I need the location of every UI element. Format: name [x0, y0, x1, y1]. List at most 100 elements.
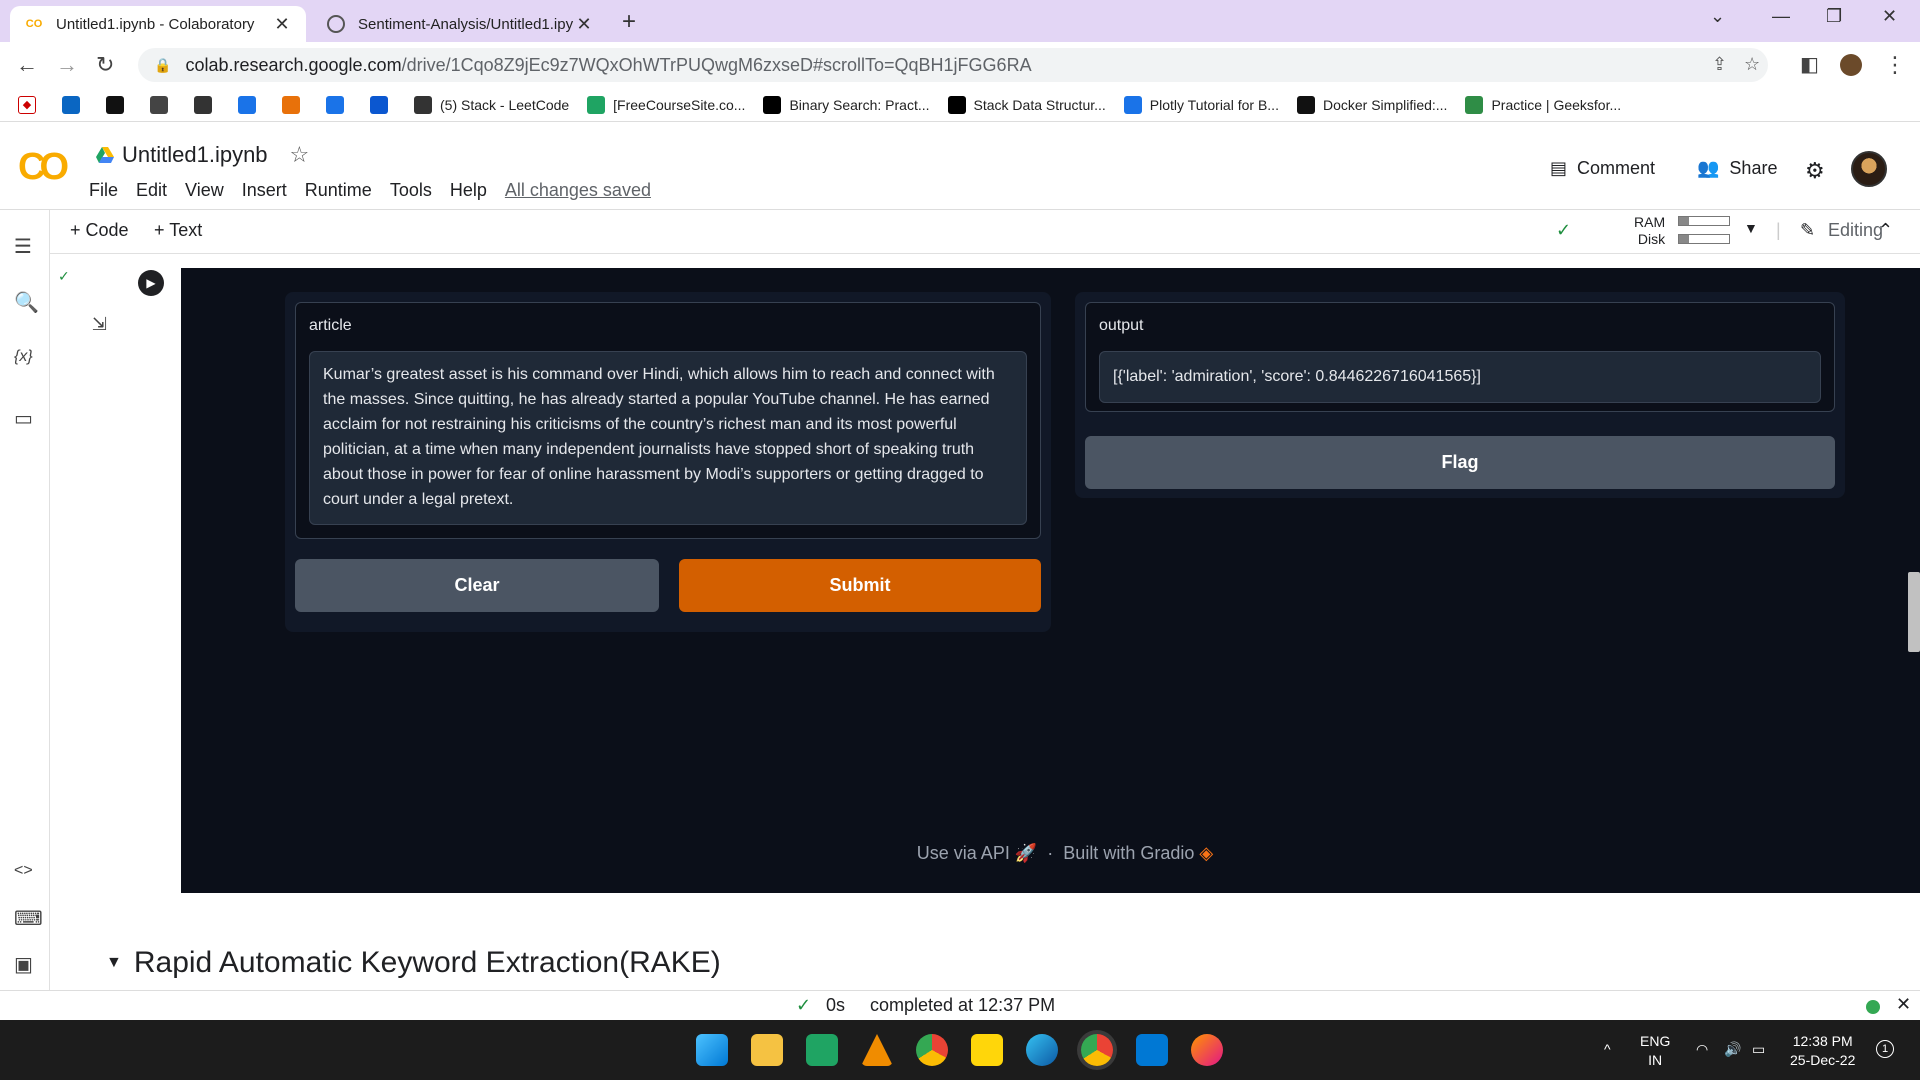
colab-logo[interactable]: CO: [18, 146, 69, 189]
restore-icon[interactable]: ❐: [1826, 6, 1842, 27]
output-panel: output [{'label': 'admiration', 'score':…: [1075, 292, 1845, 498]
bookmark-item[interactable]: [106, 95, 132, 114]
menu-help[interactable]: Help: [450, 180, 487, 201]
bookmark-item[interactable]: [62, 95, 88, 114]
vscode-icon[interactable]: [1136, 1034, 1168, 1066]
built-with-gradio-link[interactable]: Built with Gradio: [1063, 843, 1194, 863]
notification-badge[interactable]: 1: [1876, 1040, 1894, 1058]
editing-status[interactable]: Editing: [1828, 220, 1883, 241]
article-textarea[interactable]: Kumar’s greatest asset is his command ov…: [309, 351, 1027, 525]
gradio-footer: Use via API 🚀 · Built with Gradio ◈: [181, 843, 1920, 864]
menu-view[interactable]: View: [185, 180, 224, 201]
wifi-icon[interactable]: ◠: [1696, 1040, 1708, 1059]
sidepanel-icon[interactable]: ◧: [1800, 52, 1819, 77]
more-vert-icon[interactable]: ⋮: [1884, 52, 1906, 78]
toc-icon[interactable]: ☰: [14, 234, 32, 259]
address-bar[interactable]: 🔒 colab.research.google.com/drive/1Cqo8Z…: [138, 48, 1768, 82]
bookmark-item[interactable]: [FreeCourseSite.co...: [587, 95, 745, 114]
folder-icon[interactable]: ▭: [14, 406, 33, 431]
menu-file[interactable]: File: [89, 180, 118, 201]
bookmark-item[interactable]: [194, 95, 220, 114]
code-snippets-icon[interactable]: <>: [14, 862, 33, 880]
clear-button[interactable]: Clear: [295, 559, 659, 612]
volume-icon[interactable]: 🔊: [1724, 1040, 1741, 1059]
edge-icon[interactable]: [1026, 1034, 1058, 1066]
bookmark-item[interactable]: [238, 95, 264, 114]
bookmark-item[interactable]: Plotly Tutorial for B...: [1123, 95, 1279, 114]
file-explorer-icon[interactable]: [751, 1034, 783, 1066]
output-textbox[interactable]: [{'label': 'admiration', 'score': 0.8446…: [1099, 351, 1821, 403]
save-status[interactable]: All changes saved: [505, 180, 651, 201]
close-icon[interactable]: ✕: [574, 14, 594, 35]
add-code-button[interactable]: + Code: [70, 220, 129, 241]
menu-edit[interactable]: Edit: [136, 180, 167, 201]
firefox-icon[interactable]: [1191, 1034, 1223, 1066]
battery-icon[interactable]: ▭: [1752, 1040, 1765, 1059]
add-text-button[interactable]: + Text: [154, 220, 202, 241]
star-icon[interactable]: ☆: [290, 142, 310, 168]
back-icon[interactable]: ←: [16, 52, 38, 78]
notebook-title[interactable]: Untitled1.ipynb: [122, 142, 268, 168]
classroom-icon[interactable]: [806, 1034, 838, 1066]
profile-avatar[interactable]: [1840, 54, 1862, 76]
share-button[interactable]: 👥 Share: [1697, 158, 1777, 179]
language-indicator[interactable]: ENG IN: [1640, 1032, 1670, 1070]
bookmark-item[interactable]: ◆: [18, 95, 44, 114]
terminal-icon[interactable]: ▣: [14, 952, 33, 977]
bookmark-item[interactable]: Practice | Geeksfor...: [1465, 95, 1621, 114]
bookmark-star-icon[interactable]: ☆: [1744, 54, 1760, 75]
reload-icon[interactable]: ↻: [96, 52, 114, 78]
tab-colab[interactable]: CO Untitled1.ipynb - Colaboratory ✕: [10, 6, 306, 42]
use-api-link[interactable]: Use via API: [917, 843, 1010, 863]
comment-button[interactable]: ▤ Comment: [1550, 158, 1655, 179]
bookmark-item[interactable]: [150, 95, 176, 114]
vertical-scrollbar[interactable]: [1908, 572, 1920, 652]
run-cell-button[interactable]: ▶: [138, 270, 164, 296]
sticky-notes-icon[interactable]: [971, 1034, 1003, 1066]
clock[interactable]: 12:38 PM 25-Dec-22: [1790, 1032, 1855, 1070]
bookmark-item[interactable]: (5) Stack - LeetCode: [414, 95, 569, 114]
chevron-down-icon[interactable]: ▼: [106, 954, 122, 972]
gear-icon[interactable]: ⚙: [1805, 158, 1825, 184]
completion-status[interactable]: completed at 12:37 PM: [870, 995, 1055, 1016]
bookmark-item[interactable]: [370, 95, 396, 114]
menu-runtime[interactable]: Runtime: [305, 180, 372, 201]
chrome-active-icon[interactable]: [1081, 1034, 1113, 1066]
section-heading[interactable]: ▼ Rapid Automatic Keyword Extraction(RAK…: [106, 946, 721, 980]
tray-chevron-icon[interactable]: ^: [1604, 1040, 1611, 1059]
minimize-icon[interactable]: —: [1772, 6, 1790, 27]
resource-monitor[interactable]: RAM Disk: [1634, 214, 1665, 248]
bookmark-item[interactable]: [326, 95, 352, 114]
bookmark-item[interactable]: Binary Search: Pract...: [763, 95, 930, 114]
search-icon[interactable]: 🔍: [14, 290, 39, 315]
comment-label: Comment: [1577, 158, 1656, 178]
vlc-icon[interactable]: [861, 1034, 893, 1066]
tab-github[interactable]: Sentiment-Analysis/Untitled1.ipy ✕: [312, 6, 608, 42]
forward-icon[interactable]: →: [56, 52, 78, 78]
share-page-icon[interactable]: ⇪: [1712, 54, 1727, 75]
submit-button[interactable]: Submit: [679, 559, 1041, 612]
chrome-icon[interactable]: [916, 1034, 948, 1066]
drive-icon: [587, 95, 606, 114]
command-palette-icon[interactable]: ⌨: [14, 906, 43, 931]
dropdown-icon[interactable]: ▼: [1744, 220, 1758, 236]
bookmark-item[interactable]: [282, 95, 308, 114]
output-action-icon[interactable]: ⇲: [92, 314, 107, 335]
close-icon[interactable]: ✕: [1896, 994, 1911, 1015]
windows-start-icon[interactable]: [696, 1034, 728, 1066]
bookmark-item[interactable]: Docker Simplified:...: [1296, 95, 1448, 114]
avatar[interactable]: [1851, 151, 1887, 187]
menu-insert[interactable]: Insert: [242, 180, 287, 201]
close-icon[interactable]: ✕: [272, 14, 292, 35]
menu-tools[interactable]: Tools: [390, 180, 432, 201]
new-tab-icon[interactable]: +: [622, 8, 636, 36]
close-window-icon[interactable]: ✕: [1882, 6, 1897, 27]
collapse-icon[interactable]: ⌃: [1878, 220, 1893, 241]
lang-top: ENG: [1640, 1033, 1671, 1049]
chevron-down-icon[interactable]: ⌄: [1710, 6, 1725, 27]
flag-button[interactable]: Flag: [1085, 436, 1835, 489]
bookmark-item[interactable]: Stack Data Structur...: [947, 95, 1106, 114]
input-panel: article Kumar’s greatest asset is his co…: [285, 292, 1051, 632]
variables-icon[interactable]: {x}: [14, 348, 33, 366]
bookmark-label: Docker Simplified:...: [1322, 96, 1448, 113]
